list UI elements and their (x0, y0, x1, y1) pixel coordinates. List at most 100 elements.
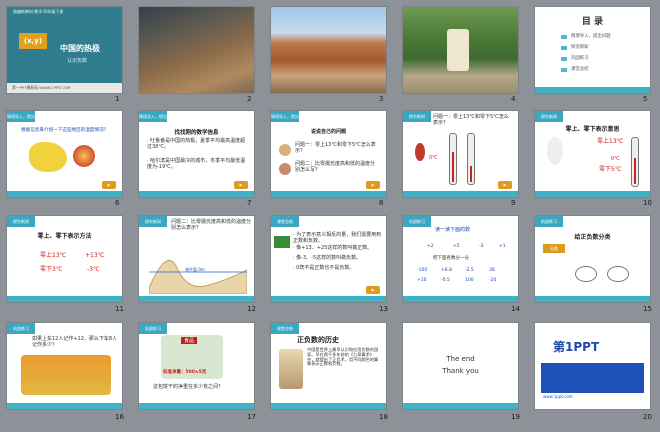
label-below-zero: 零下5℃ (599, 166, 622, 173)
flame-graphic (415, 143, 425, 161)
section-tag: 情境导入，提出问题 (271, 111, 299, 130)
slide-band (139, 296, 254, 302)
slide-thumb-1[interactable]: 统编新教材·数学·四年级下册 (x,y) 中国的热极 认识负数 第一PPT模板网… (7, 7, 122, 93)
toc-item: 探究新知 (561, 45, 623, 51)
slide-title: 说说自己的问题 (310, 129, 346, 135)
slide-thumb-20[interactable]: 第1PPT www.1ppt.com (535, 323, 650, 409)
slide-band (271, 296, 386, 302)
slide-number: 5 (643, 95, 648, 103)
positive-set-ellipse (575, 266, 597, 282)
slide-band (403, 191, 518, 197)
toc-item: 情境导入，提出问题 (561, 34, 623, 40)
number-value: -100 (417, 268, 428, 273)
summary-line: · 像+13、+25这样的数叫做正数。 (293, 245, 373, 251)
slide-title: 目 录 (581, 17, 604, 27)
ancient-scroll-image (279, 349, 303, 389)
slide-band (7, 296, 122, 302)
slide-title: 给正负数分类 (574, 234, 611, 241)
slide-thumb-12[interactable]: 探究新知 问题二：比零摄氏度高和低的温度分别怎么表示？ 海平面 0m (139, 216, 254, 302)
thanks-text: Thank you (442, 367, 479, 375)
slide-band (403, 403, 518, 409)
slide-thumb-9[interactable]: 探究新知 问题一：零上13℃和零下5℃怎么表示？ 0℃ ▶ (403, 111, 518, 197)
brand-url: www.1ppt.com (543, 394, 573, 399)
slide-number: 14 (511, 305, 520, 313)
slide-thumb-5[interactable]: 目 录 情境导入，提出问题 探究新知 巩固练习 课堂总结 (535, 7, 650, 93)
zero-label: 0℃ (429, 155, 438, 161)
slide-number: 12 (247, 305, 256, 313)
slide-title: 零上、零下表示方法 (37, 233, 92, 240)
slide-question: 问题二：比零摄氏度高和低的温度分别怎么表示？ (171, 219, 252, 231)
package-weight-spec: 标准净重：500±5克 (163, 370, 207, 375)
above-zero-text: 零上13℃ (40, 252, 67, 259)
slide-thumb-3[interactable] (271, 7, 386, 93)
negative-notation: -3℃ (87, 266, 100, 273)
child-avatar (279, 163, 291, 175)
below-zero-text: 零下3℃ (40, 266, 63, 273)
slide-thumb-18[interactable]: 课堂总结 正负数的历史 中国是世界上最早认识和应用负数的国家。早在两千多年前的《… (271, 323, 386, 409)
section-tag: 探究新知 (139, 216, 167, 227)
slide-title: 零上、零下表示意思 (565, 126, 620, 133)
section-tag: 情境导入，提出问题 (7, 111, 35, 130)
slide-line: · 吐鲁番是中国的热极，夏季平均最高温度超过38℃。 (147, 138, 246, 150)
thermometer (467, 133, 475, 185)
slide-title: 正负数的历史 (297, 336, 339, 344)
desert-aerial-photo (139, 7, 254, 93)
number-value: +1 (499, 244, 506, 249)
slide-thumb-4[interactable] (403, 7, 518, 93)
slide-caption: 这包饼干的净重在多少克之间？ (153, 384, 224, 390)
section-tag: 课堂总结 (271, 323, 299, 334)
slide-number: 19 (511, 413, 520, 421)
slide-line: · 哈尔滨是中国最冷的城市，冬季平均最低温度为-19℃。 (147, 158, 246, 170)
number-value: -3 (479, 244, 484, 249)
next-button[interactable]: ▶ (234, 181, 248, 189)
slide-band (139, 403, 254, 409)
section-tag: 巩固练习 (7, 323, 35, 334)
slide-thumb-6[interactable]: 情境导入，提出问题 根据信息来介绍一下这些地区的温度情况？ ▶ (7, 111, 122, 197)
slide-number: 6 (115, 199, 120, 207)
slide-thumb-8[interactable]: 情境导入，提出问题 说说自己的问题 问题一：零上13℃和零下5℃怎么表示？ 问题… (271, 111, 386, 197)
positive-notation: +13℃ (85, 252, 105, 259)
slide-thumb-2[interactable] (139, 7, 254, 93)
slide-number: 1 (115, 95, 120, 103)
label-above-zero: 零上13℃ (597, 138, 624, 145)
slide-number: 15 (643, 305, 652, 313)
blackboard-icon (274, 236, 290, 248)
summary-line: · 为了表示意义相反的量，我们需要用到正数和负数。 (293, 232, 382, 244)
slide-number: 4 (511, 95, 516, 103)
stone-monument (447, 29, 469, 71)
slide-sorter-grid: 统编新教材·数学·四年级下册 (x,y) 中国的热极 认识负数 第一PPT模板网… (0, 0, 660, 432)
slide-question: 问题一：零上13℃和零下5℃怎么表示？ (433, 114, 509, 126)
slide-title: 找找刚的数学信息 (174, 130, 219, 136)
slide-number: 16 (115, 413, 124, 421)
slide-thumb-17[interactable]: 巩固练习 食品 标准净重：500±5克 这包饼干的净重在多少克之间？ (139, 323, 254, 409)
child-avatar (279, 144, 291, 156)
slide-thumb-14[interactable]: 巩固练习 读一读下面的数 +2 +5 -3 +1 把下面各数分一分 -100 +… (403, 216, 518, 302)
slide-band (535, 296, 650, 302)
slide-thumb-15[interactable]: 巩固练习 给正负数分类 分类 (535, 216, 650, 302)
section-tag: 探究新知 (403, 111, 431, 122)
slide-band (403, 296, 518, 302)
next-button[interactable]: ▶ (366, 181, 380, 189)
bus-illustration (21, 355, 111, 395)
number-value: +6.8 (441, 268, 452, 273)
slide-number: 10 (643, 199, 652, 207)
number-value: -0.5 (441, 278, 450, 283)
number-value: 38 (489, 268, 495, 273)
slide-number: 20 (643, 413, 652, 421)
slide-thumb-11[interactable]: 探究新知 零上、零下表示方法 零上13℃ +13℃ 零下3℃ -3℃ (7, 216, 122, 302)
summary-line: · 0既不是正数也不是负数。 (293, 265, 355, 271)
slide-title: 中国的热极 (60, 44, 100, 53)
slide-thumb-7[interactable]: 情境导入，提出问题 找找刚的数学信息 · 吐鲁番是中国的热极，夏季平均最高温度超… (139, 111, 254, 197)
number-value: -20 (489, 278, 497, 283)
slide-thumb-10[interactable]: 探究新知 零上、零下表示意思 零上13℃ 0℃ 零下5℃ (535, 111, 650, 197)
number-value: -2.5 (465, 268, 474, 273)
slide-thumb-16[interactable]: 巩固练习 如果上车12人记作+12，那么下车8人记作多少？ (7, 323, 122, 409)
slide-band (271, 191, 386, 197)
slide-thumb-13[interactable]: 课堂总结 · 为了表示意义相反的量，我们需要用到正数和负数。 · 像+13、+2… (271, 216, 386, 302)
next-button[interactable]: ▶ (366, 286, 380, 294)
slide-thumb-19[interactable]: The end Thank you (403, 323, 518, 409)
slide-number: 7 (247, 199, 252, 207)
next-button[interactable]: ▶ (102, 181, 116, 189)
slide-band (7, 403, 122, 409)
next-button[interactable]: ▶ (498, 181, 512, 189)
